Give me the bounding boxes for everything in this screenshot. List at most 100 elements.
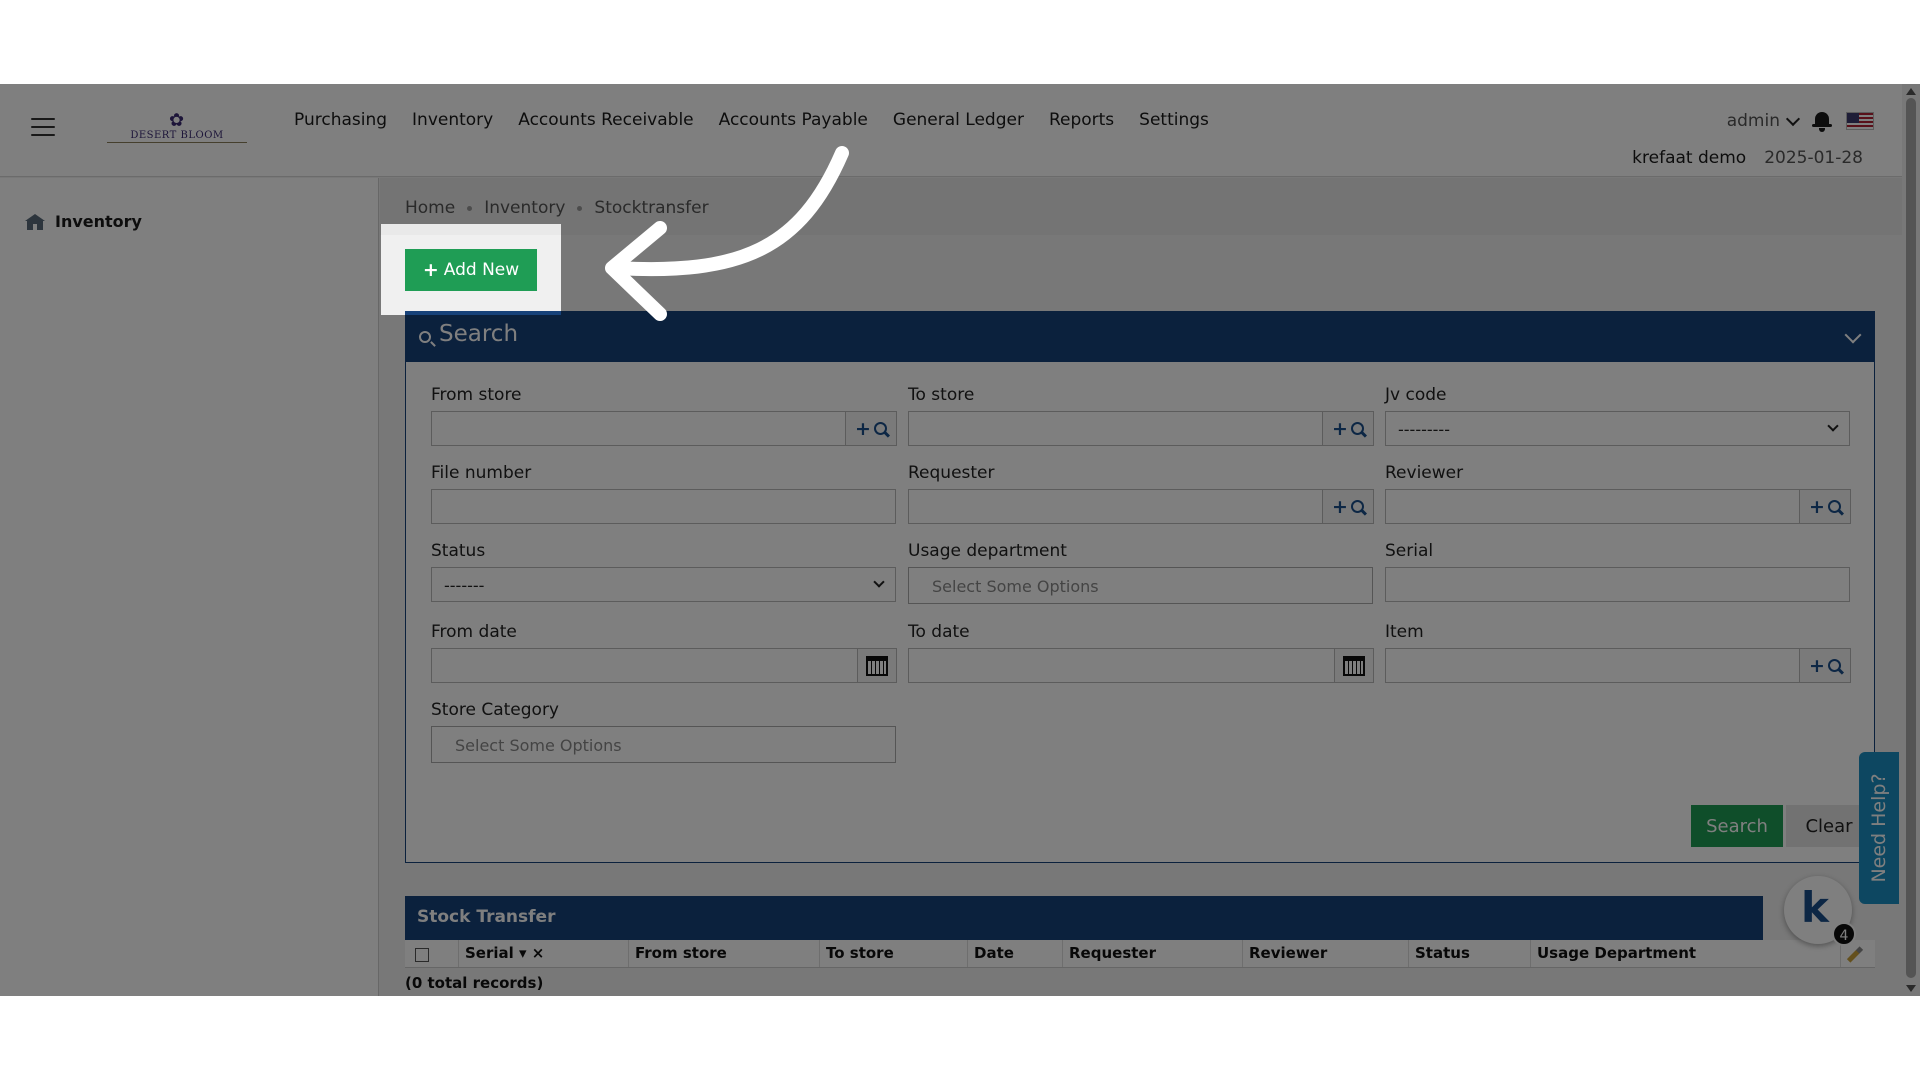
status-field: Status -------	[431, 541, 896, 602]
store-category-field: Store Category Select Some Options	[431, 700, 896, 763]
hamburger-menu-icon[interactable]	[31, 118, 55, 136]
search-icon	[1827, 500, 1841, 513]
reviewer-field: Reviewer +	[1385, 463, 1851, 524]
reviewer-input[interactable]: +	[1385, 489, 1851, 524]
breadcrumb: Home Inventory Stocktransfer	[405, 198, 709, 218]
breadcrumb-current: Stocktransfer	[594, 198, 709, 218]
collapse-chevron-icon[interactable]	[1844, 326, 1862, 344]
need-help-tab[interactable]: Need Help?	[1859, 752, 1899, 904]
add-search-button[interactable]: +	[1322, 411, 1374, 446]
add-new-button[interactable]: + Add New	[405, 249, 537, 291]
column-to-store[interactable]: To store	[820, 940, 968, 967]
column-status[interactable]: Status	[1409, 940, 1531, 967]
from-date-field: From date	[431, 622, 897, 683]
current-date: 2025-01-28	[1764, 148, 1863, 168]
select-all-checkbox[interactable]	[415, 948, 429, 962]
bell-icon[interactable]	[1812, 110, 1832, 132]
grid-columns: Serial ▾ × From store To store Date Requ…	[405, 940, 1875, 968]
breadcrumb-home[interactable]: Home	[405, 198, 455, 218]
sidebar: Inventory	[0, 178, 379, 996]
page-scrollbar[interactable]	[1902, 84, 1920, 996]
plus-icon: +	[1809, 495, 1825, 518]
column-usage-department[interactable]: Usage Department	[1531, 940, 1841, 967]
from-store-field: From store +	[431, 385, 897, 446]
user-menu[interactable]: admin	[1726, 111, 1801, 131]
from-store-input[interactable]: +	[431, 411, 897, 446]
file-number-input[interactable]	[431, 489, 896, 524]
add-search-button[interactable]: +	[1799, 489, 1851, 524]
column-date[interactable]: Date	[968, 940, 1063, 967]
usage-department-multiselect[interactable]: Select Some Options	[908, 567, 1373, 604]
k-logo-icon: k	[1801, 883, 1829, 932]
user-box: admin	[1727, 110, 1874, 132]
pencil-icon[interactable]	[1846, 946, 1864, 963]
company-date-line: krefaat demo 2025-01-28	[1632, 148, 1863, 168]
clear-sort-icon[interactable]: ×	[527, 944, 545, 962]
plus-icon: +	[1809, 654, 1825, 677]
search-icon	[1350, 422, 1364, 435]
plus-icon: +	[422, 259, 439, 281]
main-content: Home Inventory Stocktransfer + Add New S…	[380, 178, 1902, 996]
item-input[interactable]: +	[1385, 648, 1851, 683]
to-date-input[interactable]	[908, 648, 1374, 683]
to-date-field: To date	[908, 622, 1374, 683]
jv-code-select[interactable]: ---------	[1385, 411, 1850, 446]
nav-accounts-payable[interactable]: Accounts Payable	[719, 110, 868, 130]
company-logo[interactable]: ✿ DESERT BLOOM	[107, 112, 247, 144]
search-panel-title: Search	[439, 321, 519, 347]
search-panel: Search From store + To store + Jv code -…	[405, 311, 1875, 863]
add-search-button[interactable]: +	[1799, 648, 1851, 683]
calendar-icon	[1343, 655, 1365, 676]
serial-input[interactable]	[1385, 567, 1850, 602]
column-reviewer[interactable]: Reviewer	[1243, 940, 1409, 967]
store-category-multiselect[interactable]: Select Some Options	[431, 726, 896, 763]
nav-accounts-receivable[interactable]: Accounts Receivable	[518, 110, 693, 130]
usage-department-field: Usage department Select Some Options	[908, 541, 1373, 604]
scroll-down-arrow-icon[interactable]	[1906, 985, 1916, 992]
grid-title: Stock Transfer	[417, 907, 556, 927]
status-select[interactable]: -------	[431, 567, 896, 602]
column-serial[interactable]: Serial ▾ ×	[459, 940, 629, 967]
add-search-button[interactable]: +	[845, 411, 897, 446]
building-icon	[25, 213, 45, 230]
scroll-up-arrow-icon[interactable]	[1906, 88, 1916, 95]
requester-input[interactable]: +	[908, 489, 1374, 524]
scrollbar-thumb[interactable]	[1906, 98, 1916, 978]
add-search-button[interactable]: +	[1322, 489, 1374, 524]
nav-general-ledger[interactable]: General Ledger	[893, 110, 1024, 130]
chevron-down-icon	[1827, 420, 1839, 432]
search-icon	[1827, 659, 1841, 672]
top-header: ✿ DESERT BLOOM Purchasing Inventory Acco…	[0, 84, 1902, 177]
requester-field: Requester +	[908, 463, 1374, 524]
calendar-icon	[866, 655, 888, 676]
column-requester[interactable]: Requester	[1063, 940, 1243, 967]
main-nav: Purchasing Inventory Accounts Receivable…	[294, 110, 1209, 130]
search-button[interactable]: Search	[1691, 805, 1783, 847]
calendar-button[interactable]	[857, 648, 897, 683]
search-icon	[873, 422, 887, 435]
sort-desc-icon: ▾	[519, 944, 527, 962]
item-field: Item +	[1385, 622, 1851, 683]
sidebar-item-inventory[interactable]: Inventory	[25, 212, 142, 231]
plus-icon: +	[1332, 417, 1348, 440]
serial-field: Serial	[1385, 541, 1850, 602]
help-widget-button[interactable]: k 4	[1784, 876, 1856, 946]
nav-settings[interactable]: Settings	[1139, 110, 1209, 130]
nav-reports[interactable]: Reports	[1049, 110, 1114, 130]
to-store-field: To store +	[908, 385, 1374, 446]
search-icon	[1350, 500, 1364, 513]
grid-header: Stock Transfer	[405, 896, 1763, 940]
breadcrumb-inventory[interactable]: Inventory	[484, 198, 565, 218]
calendar-button[interactable]	[1334, 648, 1374, 683]
sidebar-item-label: Inventory	[55, 212, 142, 231]
us-flag-icon[interactable]	[1846, 112, 1874, 130]
column-from-store[interactable]: From store	[629, 940, 820, 967]
chevron-down-icon	[1785, 111, 1801, 126]
search-panel-header[interactable]: Search	[405, 311, 1875, 362]
user-name: admin	[1726, 111, 1780, 131]
from-date-input[interactable]	[431, 648, 897, 683]
nav-inventory[interactable]: Inventory	[412, 110, 493, 130]
to-store-input[interactable]: +	[908, 411, 1374, 446]
nav-purchasing[interactable]: Purchasing	[294, 110, 387, 130]
logo-text: DESERT BLOOM	[130, 130, 224, 141]
